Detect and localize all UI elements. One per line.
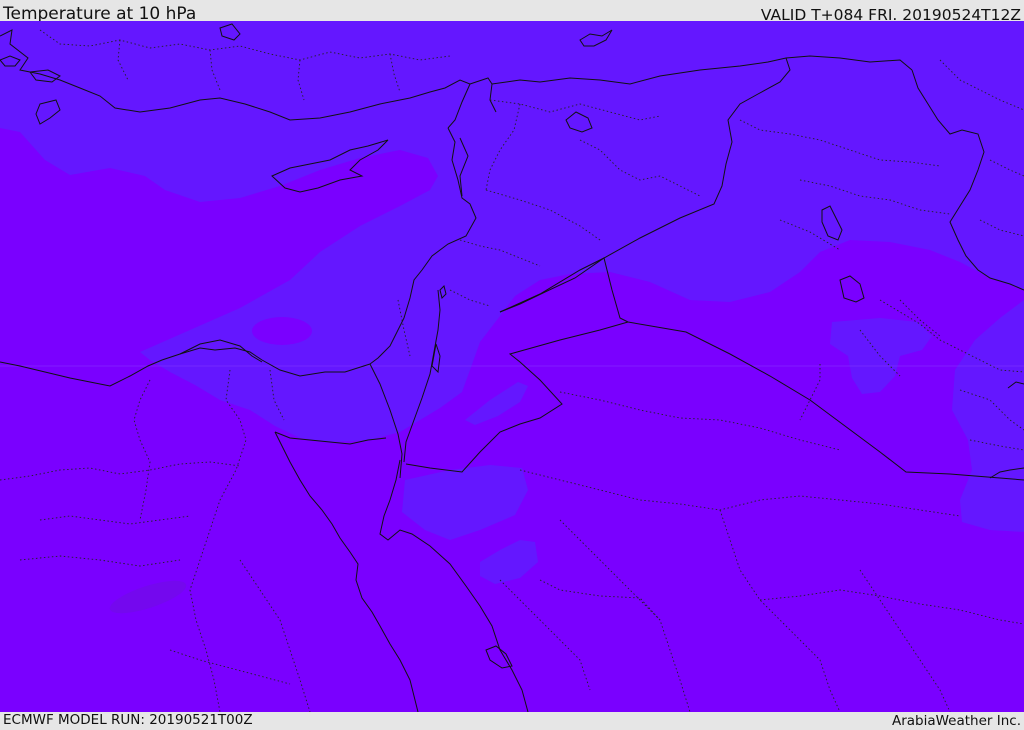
- warm-blob-mediterranean: [252, 317, 312, 345]
- credit-label: ArabiaWeather Inc.: [891, 713, 1021, 729]
- model-run-label: ECMWF MODEL RUN: 20190521T00Z: [3, 712, 253, 728]
- temperature-map: [0, 21, 1024, 712]
- footer-bar: ECMWF MODEL RUN: 20190521T00Z ArabiaWeat…: [0, 712, 1024, 729]
- header-bar: Temperature at 10 hPa VALID T+084 FRI. 2…: [0, 0, 1024, 24]
